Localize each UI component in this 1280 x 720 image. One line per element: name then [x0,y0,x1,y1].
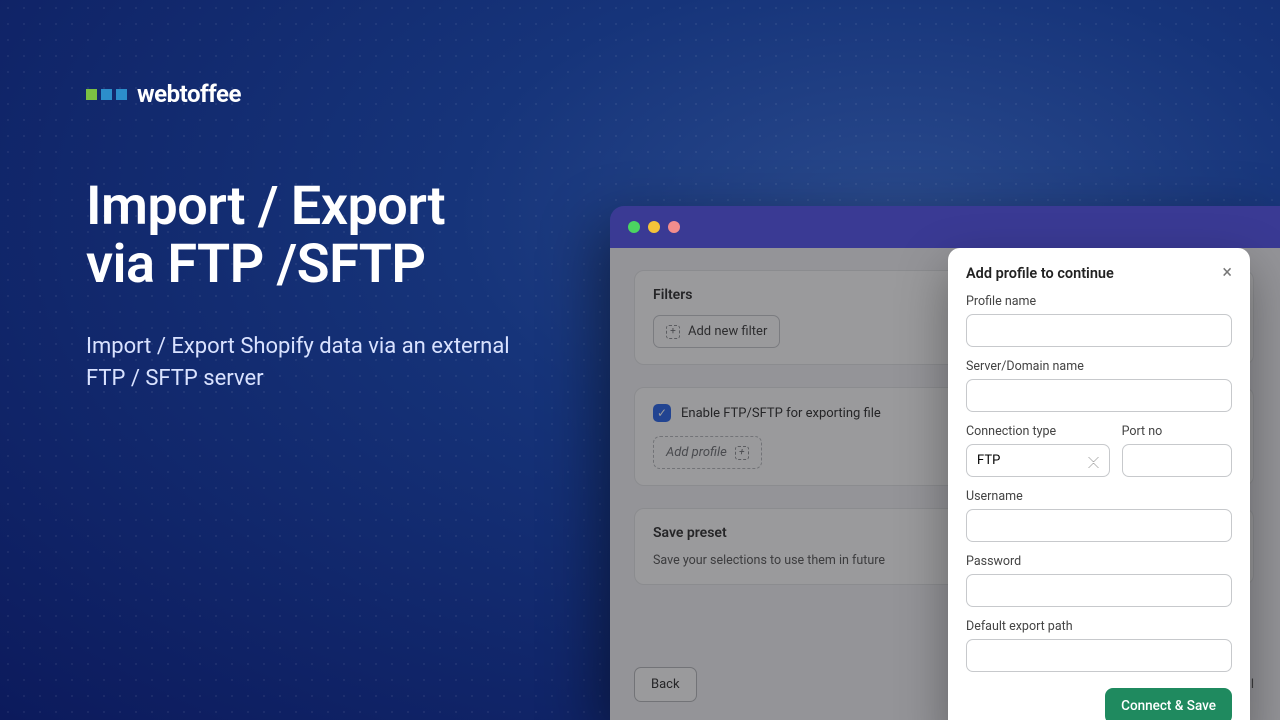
window-titlebar [610,206,1280,248]
brand-logo: webtoffee [86,80,516,108]
traffic-light-red[interactable] [668,221,680,233]
modal-title: Add profile to continue [966,265,1114,282]
export-path-label: Default export path [966,619,1232,634]
connection-type-label: Connection type [966,424,1110,439]
password-input[interactable] [966,574,1232,607]
hero-subtitle: Import / Export Shopify data via an exte… [86,331,516,395]
port-label: Port no [1122,424,1232,439]
traffic-light-green[interactable] [628,221,640,233]
close-icon[interactable]: × [1222,264,1232,282]
connection-type-select[interactable]: FTP [966,444,1110,477]
export-path-input[interactable] [966,639,1232,672]
username-input[interactable] [966,509,1232,542]
app-body: Filters + Add new filter ✓ Enable FTP/SF… [610,248,1280,720]
port-input[interactable] [1122,444,1232,477]
profile-name-label: Profile name [966,294,1232,309]
traffic-light-yellow[interactable] [648,221,660,233]
logo-marks [86,89,127,100]
app-window: Filters + Add new filter ✓ Enable FTP/SF… [610,206,1280,720]
add-profile-modal: Add profile to continue × Profile name S… [948,248,1250,720]
connect-save-button[interactable]: Connect & Save [1105,688,1232,720]
profile-name-input[interactable] [966,314,1232,347]
server-input[interactable] [966,379,1232,412]
username-label: Username [966,489,1232,504]
hero-title: Import / Export via FTP /SFTP [86,178,516,295]
brand-name: webtoffee [137,80,241,108]
password-label: Password [966,554,1232,569]
server-label: Server/Domain name [966,359,1232,374]
